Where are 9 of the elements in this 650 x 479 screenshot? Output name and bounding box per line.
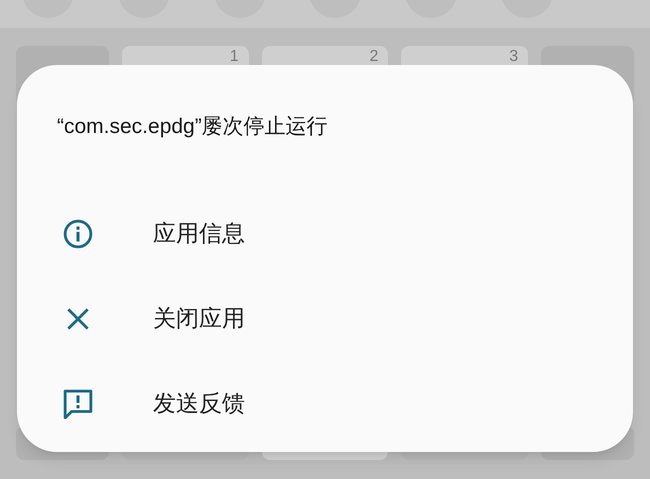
key-label: 2 [370, 48, 378, 66]
feedback-icon [63, 388, 93, 418]
menu-item[interactable]: 发送反馈 [17, 361, 633, 446]
info-icon [63, 218, 93, 248]
menu-item[interactable]: 应用信息 [17, 191, 633, 276]
key-label: 1 [230, 48, 239, 66]
dialog-title: “com.sec.epdg”屡次停止运行 [57, 114, 328, 140]
key-label: 3 [509, 48, 518, 66]
menu-item[interactable]: 关闭应用 [17, 276, 633, 361]
